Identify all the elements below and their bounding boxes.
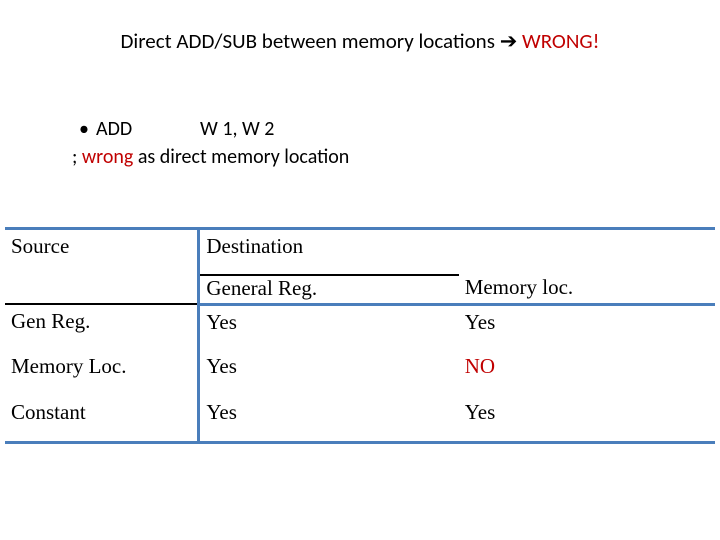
compatibility-table: Source Destination General Reg. Memory l… xyxy=(5,227,715,444)
bullet-line-1: •ADD W 1, W 2 xyxy=(72,115,349,143)
comment-prefix: ; xyxy=(72,145,82,169)
cell-gen: Yes xyxy=(199,350,459,396)
row-label: Gen Reg. xyxy=(5,304,199,350)
bullet-icon: • xyxy=(72,115,96,143)
cell-gen: Yes xyxy=(199,396,459,442)
cell-gen: Yes xyxy=(199,304,459,350)
header-source-sub xyxy=(5,275,199,305)
comment-rest: as direct memory location xyxy=(133,145,349,169)
table-row: Memory Loc. Yes NO xyxy=(5,350,715,396)
table-header-row-2: General Reg. Memory loc. xyxy=(5,275,715,305)
slide-title: Direct ADD/SUB between memory locations … xyxy=(0,28,720,54)
table-row: Gen Reg. Yes Yes xyxy=(5,304,715,350)
row-label: Constant xyxy=(5,396,199,442)
title-wrong: WRONG! xyxy=(517,28,599,54)
body-text: •ADD W 1, W 2 ; wrong as direct memory l… xyxy=(72,115,349,171)
table-row: Constant Yes Yes xyxy=(5,396,715,442)
arrow-icon: ➔ xyxy=(500,28,518,54)
row-label: Memory Loc. xyxy=(5,350,199,396)
header-destination: Destination xyxy=(199,229,459,275)
comment-line: ; wrong as direct memory location xyxy=(72,143,349,171)
title-prefix: Direct ADD/SUB between memory locations xyxy=(121,28,500,54)
add-mnemonic: ADD xyxy=(96,117,132,141)
comment-wrong: wrong xyxy=(82,145,133,169)
add-args: W 1, W 2 xyxy=(200,117,274,141)
header-general-reg: General Reg. xyxy=(199,275,459,305)
table-header-row-1: Source Destination xyxy=(5,229,715,275)
header-blank xyxy=(459,229,715,275)
cell-mem-no: NO xyxy=(459,350,715,396)
cell-mem: Yes xyxy=(459,304,715,350)
header-memory-loc: Memory loc. xyxy=(459,275,715,305)
cell-mem: Yes xyxy=(459,396,715,442)
header-source: Source xyxy=(5,229,199,275)
